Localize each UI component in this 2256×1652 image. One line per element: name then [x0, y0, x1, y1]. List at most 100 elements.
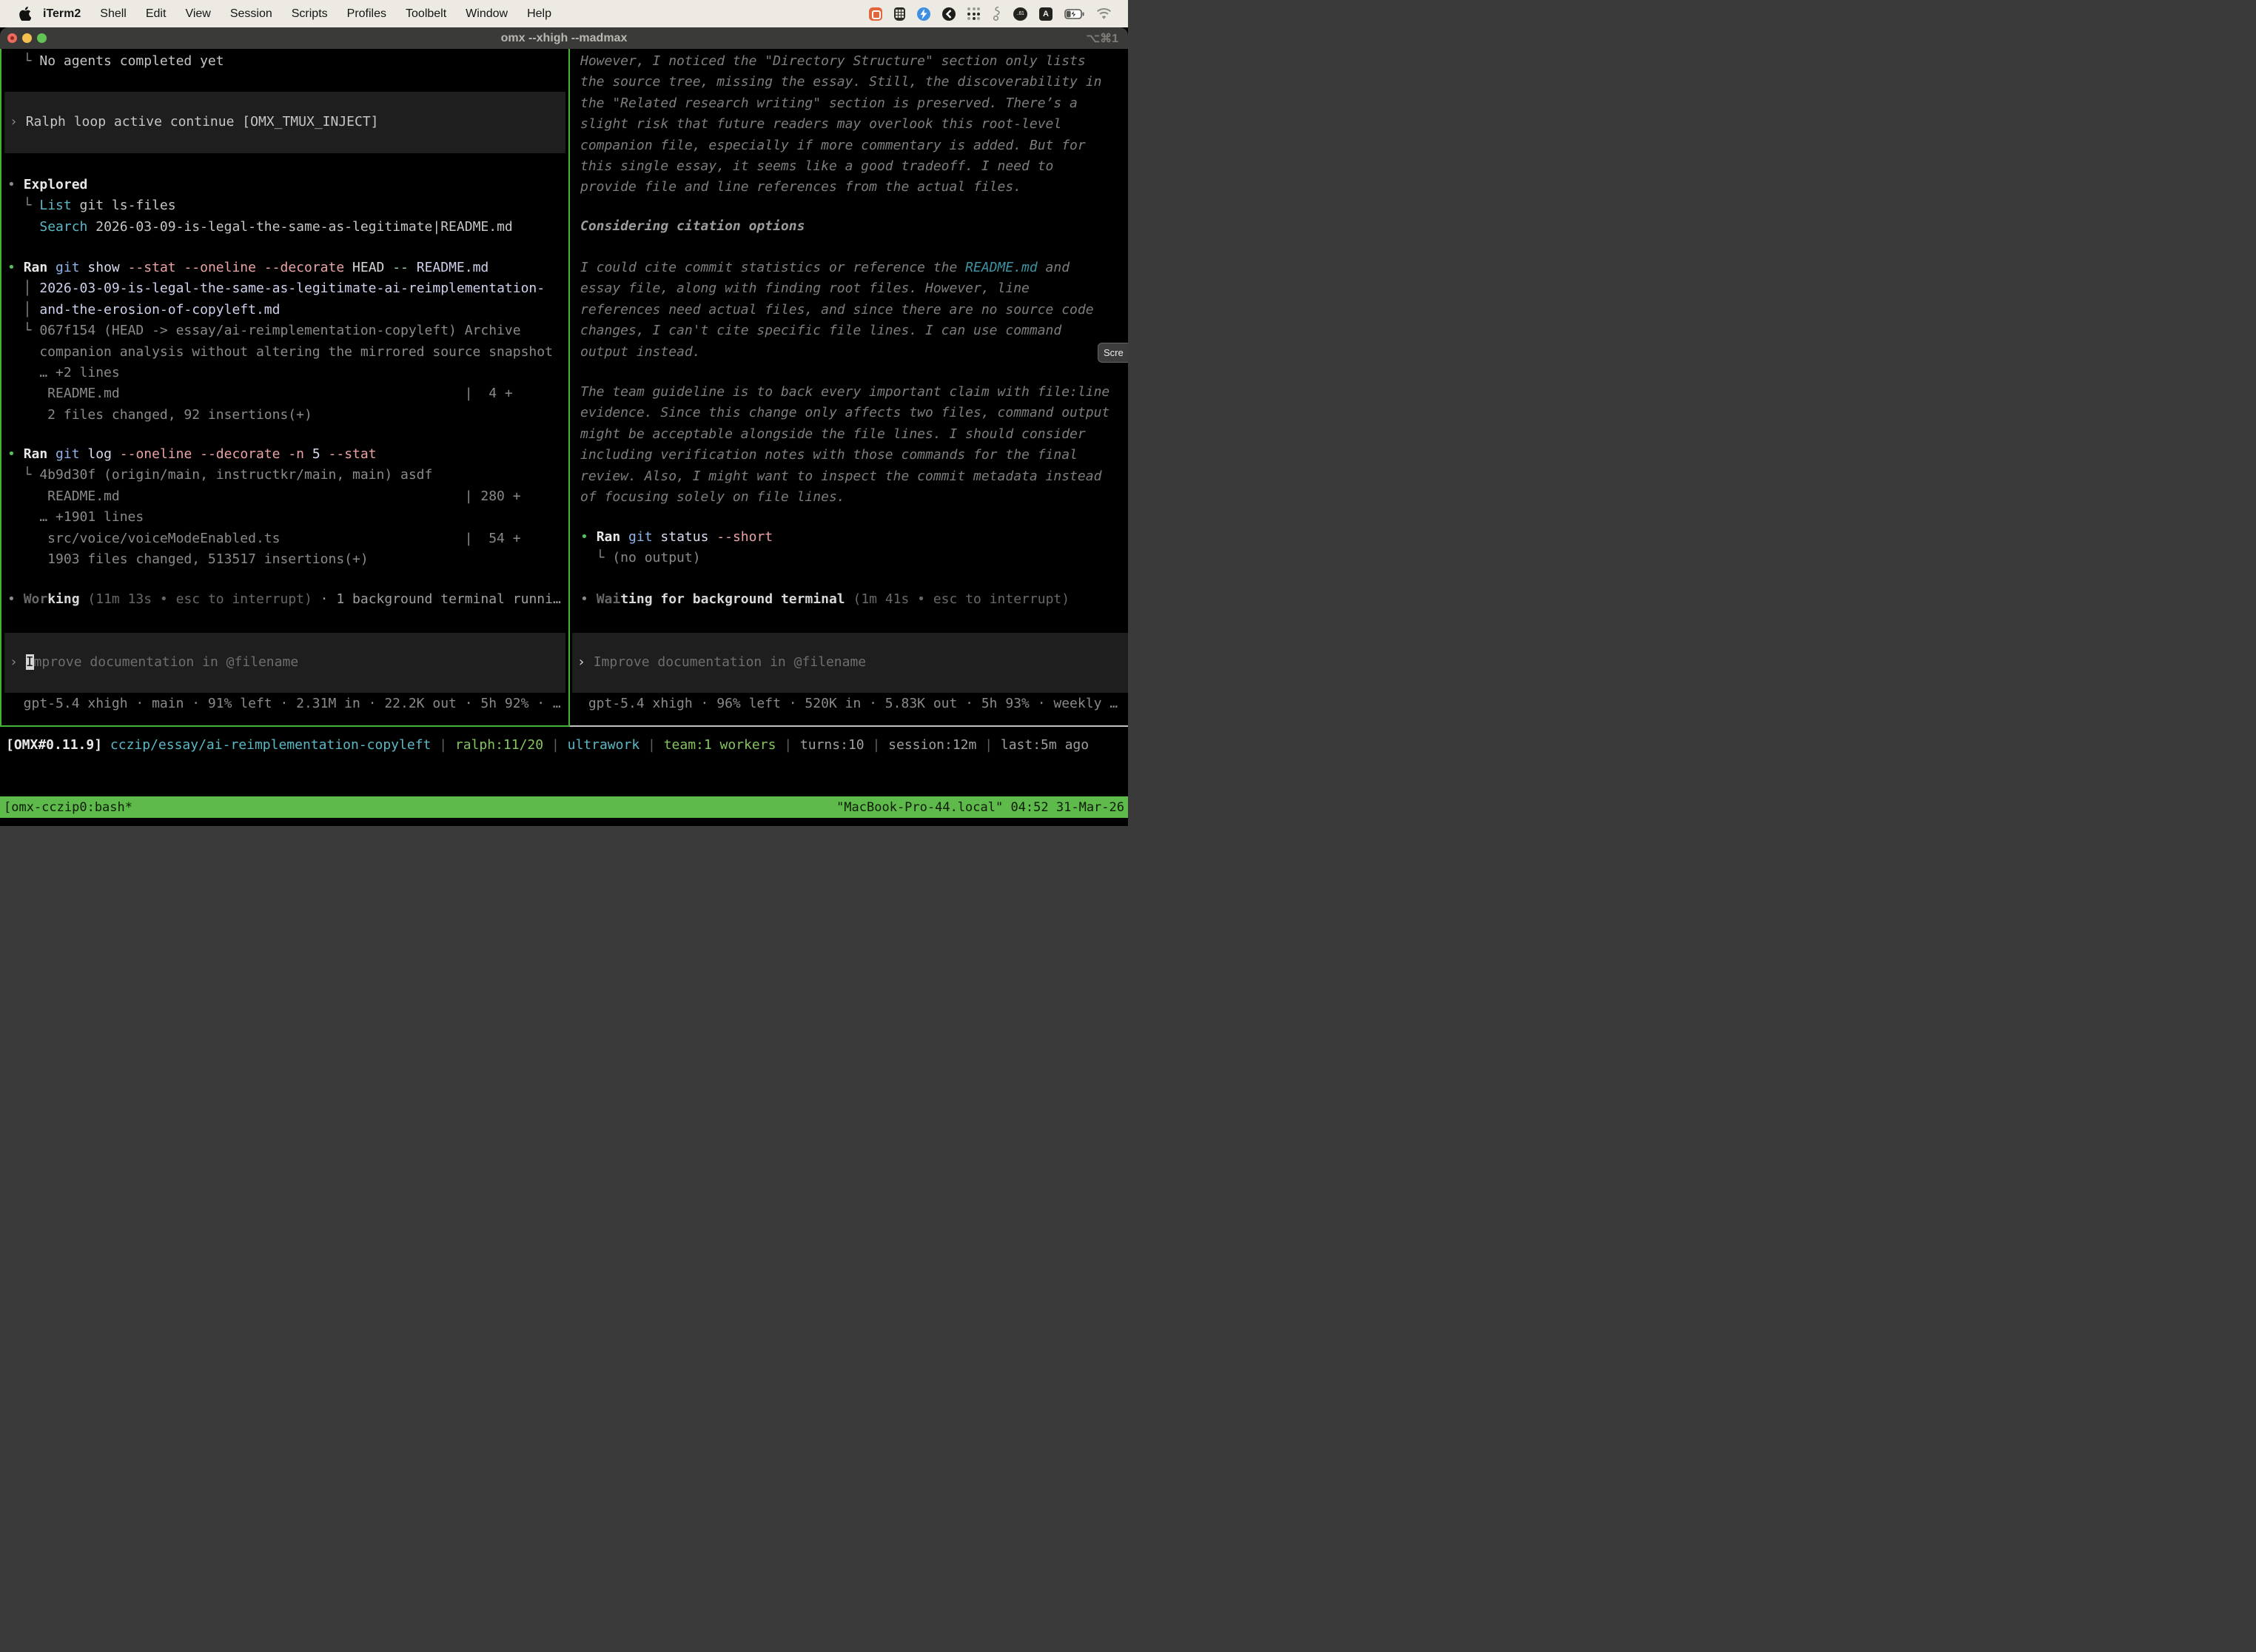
shield-grid-icon[interactable] — [894, 7, 905, 21]
menu-item-shell[interactable]: Shell — [90, 7, 136, 21]
terminal-line: including verification notes with those … — [580, 445, 1128, 466]
terminal-line: └ No agents completed yet — [7, 51, 569, 72]
terminal-line: the "Related research writing" section i… — [580, 93, 1128, 114]
terminal-line: changes, I can't cite specific file line… — [580, 320, 1128, 341]
window-shortcut-badge: ⌥⌘1 — [1087, 31, 1118, 46]
right-pane: However, I noticed the "Directory Struct… — [569, 49, 1128, 725]
hook-icon[interactable] — [992, 6, 1001, 21]
menu-item-edit[interactable]: Edit — [136, 7, 176, 21]
pane-divider[interactable] — [568, 49, 570, 727]
terminal-line: Search 2026-03-09-is-legal-the-same-as-l… — [7, 217, 569, 238]
terminal-line: • Ran git show --stat --oneline --decora… — [7, 258, 569, 278]
terminal: └ No agents completed yet › Ralph loop ac… — [0, 49, 1128, 796]
terminal-line: › Improve documentation in @filename — [572, 652, 1128, 673]
terminal-line: gpt-5.4 xhigh · main · 91% left · 2.31M … — [7, 694, 569, 714]
terminal-line: … +1901 lines — [7, 507, 569, 528]
terminal-line: │ 2026-03-09-is-legal-the-same-as-legiti… — [7, 278, 569, 299]
wifi-icon[interactable] — [1096, 8, 1112, 20]
terminal-line: might be acceptable alongside the file l… — [580, 424, 1128, 445]
explored-block: • Explored └ List git ls-files Search 20… — [0, 175, 569, 238]
tmux-status-bar: [omx-cczip0:bash* "MacBook-Pro-44.local"… — [0, 796, 1128, 818]
tmux-host-clock: "MacBook-Pro-44.local" 04:52 31-Mar-26 — [836, 800, 1124, 815]
input-source-icon[interactable]: A — [1039, 7, 1053, 21]
terminal-line: companion analysis without altering the … — [7, 342, 569, 363]
battery-charging-icon[interactable] — [1064, 9, 1084, 19]
window-title: omx --xhigh --madmax — [501, 32, 628, 45]
terminal-line: └ List git ls-files — [7, 195, 569, 216]
menu-item-help[interactable]: Help — [517, 7, 561, 21]
git-log-block: • Ran git log --oneline --decorate -n 5 … — [0, 444, 569, 570]
menu-items: ShellEditViewSessionScriptsProfilesToolb… — [90, 7, 561, 21]
inject-banner: › Ralph loop active continue [OMX_TMUX_I… — [4, 92, 565, 153]
terminal-line: • Ran git log --oneline --decorate -n 5 … — [7, 444, 569, 465]
tmux-session-label: [omx-cczip0:bash* — [4, 800, 132, 815]
terminal-line: output instead. — [580, 342, 1128, 363]
menu-item-window[interactable]: Window — [456, 7, 517, 21]
pane-border-bottom-left — [0, 725, 569, 727]
menu-item-session[interactable]: Session — [221, 7, 282, 21]
terminal-line: └ 4b9d30f (origin/main, instructkr/main,… — [7, 465, 569, 486]
apple-icon — [19, 7, 31, 21]
agents-status: └ No agents completed yet — [0, 51, 569, 72]
menu-item-profiles[interactable]: Profiles — [338, 7, 396, 21]
waiting-status: • Waiting for background terminal (1m 41… — [569, 589, 1128, 610]
terminal-line: README.md | 4 + — [7, 383, 569, 404]
dots-grid-icon[interactable] — [967, 7, 980, 20]
iterm-window: omx --xhigh --madmax ⌥⌘1 └ No agents com… — [0, 27, 1128, 826]
menubar-status-icons: ..61 A — [869, 6, 1128, 21]
left-pane: └ No agents completed yet › Ralph loop ac… — [0, 49, 569, 725]
menu-bar: iTerm2 ShellEditViewSessionScriptsProfil… — [0, 0, 1128, 27]
reasoning-paragraph: The team guideline is to back every impo… — [569, 382, 1128, 508]
terminal-line: gpt-5.4 xhigh · 96% left · 520K in · 5.8… — [580, 694, 1128, 714]
working-status: • Working (11m 13s • esc to interrupt) ·… — [0, 589, 569, 610]
prompt-input[interactable]: › Improve documentation in @filename — [4, 633, 565, 693]
terminal-line: › Ralph loop active continue [OMX_TMUX_I… — [4, 112, 565, 132]
terminal-line: 2 files changed, 92 insertions(+) — [7, 405, 569, 426]
menu-item-scripts[interactable]: Scripts — [282, 7, 338, 21]
minimize-button[interactable] — [22, 33, 32, 43]
blue-badge-icon[interactable] — [917, 7, 930, 21]
pane-border-left — [0, 49, 1, 727]
terminal-line: … +2 lines — [7, 363, 569, 383]
terminal-line: README.md | 280 + — [7, 486, 569, 507]
screen-recording-icon[interactable] — [869, 7, 882, 21]
window-titlebar[interactable]: omx --xhigh --madmax ⌥⌘1 — [0, 27, 1128, 49]
terminal-line: Considering citation options — [580, 216, 1128, 237]
terminal-line: • Explored — [7, 175, 569, 195]
terminal-line: provide file and line references from th… — [580, 177, 1128, 198]
terminal-line: • Working (11m 13s • esc to interrupt) ·… — [7, 589, 569, 610]
terminal-line: src/voice/voiceModeEnabled.ts | 54 + — [7, 528, 569, 549]
terminal-line: the source tree, missing the essay. Stil… — [580, 72, 1128, 93]
zoom-button[interactable] — [37, 33, 47, 43]
reasoning-heading: Considering citation options — [569, 216, 1128, 237]
session-statusline: gpt-5.4 xhigh · 96% left · 520K in · 5.8… — [569, 694, 1128, 714]
terminal-line: I could cite commit statistics or refere… — [580, 258, 1128, 278]
terminal-line: slight risk that future readers may over… — [580, 114, 1128, 135]
badge-61-icon[interactable]: ..61 — [1013, 7, 1027, 21]
terminal-line: evidence. Since this change only affects… — [580, 403, 1128, 423]
menu-item-app[interactable]: iTerm2 — [31, 7, 90, 21]
reasoning-paragraph: I could cite commit statistics or refere… — [569, 258, 1128, 363]
screen: iTerm2 ShellEditViewSessionScriptsProfil… — [0, 0, 1128, 826]
menu-item-toolbelt[interactable]: Toolbelt — [396, 7, 456, 21]
screen-notification[interactable]: Scre — [1098, 343, 1128, 363]
terminal-line: companion file, especially if more comme… — [580, 135, 1128, 156]
prompt-input[interactable]: › Improve documentation in @filename — [572, 633, 1128, 693]
session-statusline: gpt-5.4 xhigh · main · 91% left · 2.31M … — [0, 694, 569, 714]
menu-item-view[interactable]: View — [175, 7, 220, 21]
git-show-block: • Ran git show --stat --oneline --decora… — [0, 258, 569, 426]
terminal-line: review. Also, I might want to inspect th… — [580, 466, 1128, 487]
omx-status-line: [OMX#0.11.9] cczip/essay/ai-reimplementa… — [0, 735, 1128, 756]
terminal-line: › Improve documentation in @filename — [4, 652, 565, 673]
terminal-line: └ 067f154 (HEAD -> essay/ai-reimplementa… — [7, 320, 569, 341]
git-status-block: • Ran git status --short └ (no output) — [569, 527, 1128, 569]
dark-chevron-icon[interactable] — [942, 7, 956, 21]
terminal-line: essay file, along with finding root file… — [580, 278, 1128, 299]
pane-border-bottom-right — [570, 725, 1128, 727]
terminal-line: • Waiting for background terminal (1m 41… — [580, 589, 1128, 610]
apple-menu[interactable] — [19, 7, 31, 21]
terminal-line: references need actual files, and since … — [580, 300, 1128, 320]
terminal-line: 1903 files changed, 513517 insertions(+) — [7, 549, 569, 570]
close-button[interactable] — [7, 33, 17, 43]
terminal-line: this single essay, it seems like a good … — [580, 156, 1128, 177]
